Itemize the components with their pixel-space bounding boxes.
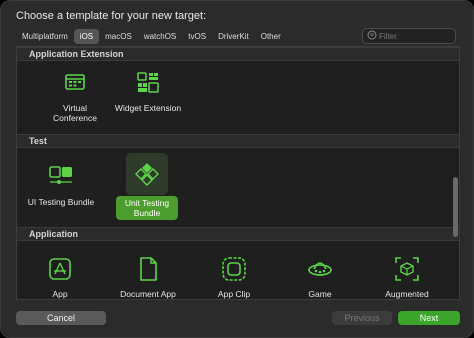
- tab-driverkit[interactable]: DriverKit: [212, 29, 255, 44]
- template-game[interactable]: Game: [281, 255, 359, 299]
- unit-testing-bundle-icon: [133, 161, 161, 189]
- section-header-application: Application: [17, 227, 459, 241]
- template-label: Document App: [120, 289, 176, 299]
- scroll-thumb[interactable]: [453, 177, 458, 237]
- template-label: UI Testing Bundle: [27, 197, 95, 207]
- template-label: Widget Extension: [114, 103, 182, 113]
- template-label: Game: [308, 289, 332, 299]
- template-label: Virtual Conference: [53, 103, 97, 123]
- game-icon: [306, 255, 334, 283]
- tab-tvos[interactable]: tvOS: [182, 29, 212, 44]
- document-app-icon: [134, 255, 162, 283]
- widget-extension-icon: [134, 69, 162, 97]
- filter-input[interactable]: [379, 31, 449, 41]
- virtual-conference-icon: [61, 69, 89, 97]
- template-document-app[interactable]: Document App: [109, 255, 187, 299]
- template-grid-scrollbar[interactable]: [452, 47, 458, 299]
- template-label: App Clip: [217, 289, 251, 299]
- tab-ios[interactable]: iOS: [73, 29, 100, 44]
- app-clip-icon: [220, 255, 248, 283]
- section-header-application-extension: Application Extension: [17, 47, 459, 61]
- next-button[interactable]: Next: [398, 311, 460, 325]
- template-ui-testing-bundle[interactable]: UI Testing Bundle: [22, 161, 100, 211]
- tab-other[interactable]: Other: [255, 29, 287, 44]
- tab-macos[interactable]: macOS: [99, 29, 138, 44]
- tab-watchos[interactable]: watchOS: [138, 29, 182, 44]
- tab-multiplatform[interactable]: Multiplatform: [16, 29, 74, 44]
- augmented-reality-icon: [393, 255, 421, 283]
- template-app[interactable]: App: [21, 255, 99, 299]
- template-label: Unit Testing Bundle: [116, 196, 178, 220]
- template-label: Augmented: [385, 289, 429, 299]
- template-app-clip[interactable]: App Clip: [195, 255, 273, 299]
- template-augmented-reality[interactable]: Augmented: [368, 255, 446, 299]
- ui-testing-bundle-icon: [47, 161, 75, 189]
- sheet-title: Choose a template for your new target:: [16, 10, 207, 22]
- platform-tab-bar: Multiplatform iOS macOS watchOS tvOS Dri…: [16, 27, 460, 46]
- template-virtual-conference[interactable]: Virtual Conference: [36, 69, 114, 131]
- cancel-button[interactable]: Cancel: [16, 311, 106, 325]
- template-label: App: [52, 289, 68, 299]
- template-widget-extension[interactable]: Widget Extension: [109, 69, 187, 131]
- template-unit-testing-bundle[interactable]: Unit Testing Bundle: [108, 153, 186, 221]
- section-header-test: Test: [17, 134, 459, 148]
- previous-button[interactable]: Previous: [332, 311, 392, 325]
- template-grid: Application Extension Virtual Conference…: [16, 46, 460, 300]
- filter-field[interactable]: [362, 28, 456, 44]
- app-icon: [46, 255, 74, 283]
- template-chooser-sheet: Choose a template for your new target: M…: [0, 0, 474, 338]
- filter-icon: [367, 27, 377, 45]
